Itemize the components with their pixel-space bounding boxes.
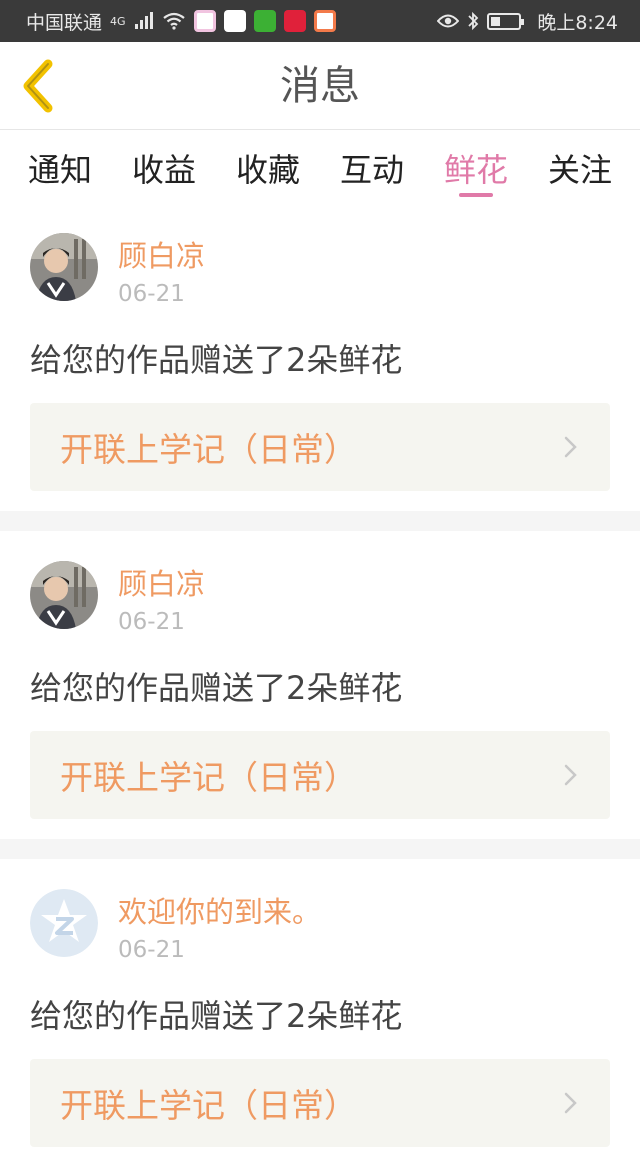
avatar[interactable] xyxy=(30,889,98,957)
video-app-icon xyxy=(193,10,216,32)
iqiyi-app-icon xyxy=(253,10,276,32)
battery-icon xyxy=(487,12,525,30)
message-header: 顾白凉 06-21 xyxy=(30,233,610,307)
tab-interactions[interactable]: 互动 xyxy=(340,131,404,199)
tab-follows[interactable]: 关注 xyxy=(548,131,612,199)
avatar[interactable] xyxy=(30,233,98,301)
message-header: 欢迎你的到来。 06-21 xyxy=(30,889,610,963)
music-app-icon xyxy=(283,10,306,32)
status-bar-right: 晚上8:24 xyxy=(437,8,618,35)
user-photo-icon xyxy=(30,233,98,301)
chevron-right-icon xyxy=(564,1092,577,1114)
sender-name[interactable]: 顾白凉 xyxy=(118,237,205,275)
list-item: 顾白凉 06-21 给您的作品赠送了2朵鲜花 开联上学记（日常） xyxy=(0,531,640,839)
message-date: 06-21 xyxy=(118,937,185,963)
message-meta: 顾白凉 06-21 xyxy=(118,233,205,307)
status-bar: 中国联通 4G 晚上8:24 xyxy=(0,0,640,42)
tab-notifications[interactable]: 通知 xyxy=(28,131,92,199)
tab-flowers[interactable]: 鲜花 xyxy=(444,131,508,199)
eye-icon xyxy=(437,14,460,28)
wifi-icon xyxy=(162,12,185,30)
work-title: 开联上学记（日常） xyxy=(60,430,357,469)
work-title: 开联上学记（日常） xyxy=(60,758,357,797)
message-list: 顾白凉 06-21 给您的作品赠送了2朵鲜花 开联上学记（日常） 顾白凉 06-… xyxy=(0,203,640,1167)
message-header: 顾白凉 06-21 xyxy=(30,561,610,635)
work-title: 开联上学记（日常） xyxy=(60,1086,357,1125)
message-date: 06-21 xyxy=(118,281,185,307)
weibo-app-icon xyxy=(223,10,246,32)
message-meta: 欢迎你的到来。 06-21 xyxy=(118,889,321,963)
work-link[interactable]: 开联上学记（日常） xyxy=(30,731,610,819)
work-link[interactable]: 开联上学记（日常） xyxy=(30,403,610,491)
sender-name[interactable]: 顾白凉 xyxy=(118,565,205,603)
message-text: 给您的作品赠送了2朵鲜花 xyxy=(30,669,403,707)
status-bar-left: 中国联通 4G xyxy=(26,8,336,35)
divider xyxy=(0,511,640,531)
divider xyxy=(0,839,640,859)
page-title: 消息 xyxy=(280,63,360,109)
default-avatar-icon xyxy=(30,889,98,957)
message-date: 06-21 xyxy=(118,609,185,635)
tab-bar: 通知 收益 收藏 互动 鲜花 关注 xyxy=(0,131,640,199)
sender-name[interactable]: 欢迎你的到来。 xyxy=(118,893,321,931)
player-app-icon xyxy=(313,10,336,32)
message-text: 给您的作品赠送了2朵鲜花 xyxy=(30,997,403,1035)
list-item: 顾白凉 06-21 给您的作品赠送了2朵鲜花 开联上学记（日常） xyxy=(0,203,640,511)
clock: 晚上8:24 xyxy=(537,11,618,34)
nav-bar: 消息 xyxy=(0,42,640,130)
work-link[interactable]: 开联上学记（日常） xyxy=(30,1059,610,1147)
network-type: 4G xyxy=(110,14,126,28)
tab-favorites[interactable]: 收藏 xyxy=(236,131,300,199)
tab-earnings[interactable]: 收益 xyxy=(132,131,196,199)
avatar[interactable] xyxy=(30,561,98,629)
list-item: 欢迎你的到来。 06-21 给您的作品赠送了2朵鲜花 开联上学记（日常） xyxy=(0,859,640,1167)
signal-icon xyxy=(134,12,153,29)
chevron-right-icon xyxy=(564,764,577,786)
carrier-label: 中国联通 xyxy=(26,11,103,34)
chevron-right-icon xyxy=(564,436,577,458)
message-text: 给您的作品赠送了2朵鲜花 xyxy=(30,341,403,379)
user-photo-icon xyxy=(30,561,98,629)
bluetooth-icon xyxy=(468,11,479,31)
message-meta: 顾白凉 06-21 xyxy=(118,561,205,635)
